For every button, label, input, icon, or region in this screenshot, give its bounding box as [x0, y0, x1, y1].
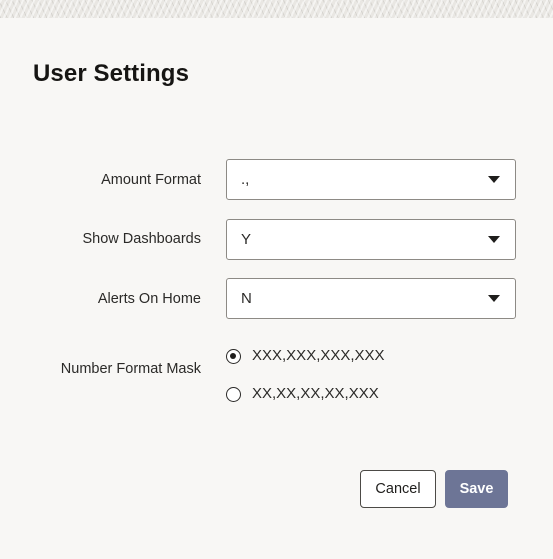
chevron-down-icon: [488, 236, 500, 243]
amount-format-label: Amount Format: [101, 172, 201, 188]
amount-format-value: .,: [241, 171, 250, 188]
background-pattern-strip: [0, 0, 553, 18]
alerts-on-home-label: Alerts On Home: [97, 291, 201, 307]
radio-selected-icon[interactable]: [226, 349, 241, 364]
number-format-option-1[interactable]: XXX,XXX,XXX,XXX: [226, 347, 396, 369]
number-format-mask-label: Number Format Mask: [60, 361, 201, 377]
radio-unselected-icon[interactable]: [226, 387, 241, 402]
show-dashboards-select[interactable]: Y: [226, 219, 516, 260]
number-format-option-2-label: XX,XX,XX,XX,XXX: [252, 385, 379, 402]
number-format-option-1-label: XXX,XXX,XXX,XXX: [252, 347, 385, 364]
amount-format-select[interactable]: .,: [226, 159, 516, 200]
chevron-down-icon: [488, 295, 500, 302]
alerts-on-home-value: N: [241, 290, 252, 307]
cancel-button[interactable]: Cancel: [360, 470, 436, 508]
number-format-option-2[interactable]: XX,XX,XX,XX,XXX: [226, 385, 396, 407]
radio-dot: [230, 353, 236, 359]
user-settings-dialog: User Settings Amount Format ., Show Dash…: [0, 0, 553, 559]
alerts-on-home-select[interactable]: N: [226, 278, 516, 319]
dialog-title: User Settings: [33, 60, 190, 87]
save-button[interactable]: Save: [445, 470, 508, 508]
show-dashboards-value: Y: [241, 231, 252, 248]
chevron-down-icon: [488, 176, 500, 183]
show-dashboards-label: Show Dashboards: [82, 231, 202, 247]
